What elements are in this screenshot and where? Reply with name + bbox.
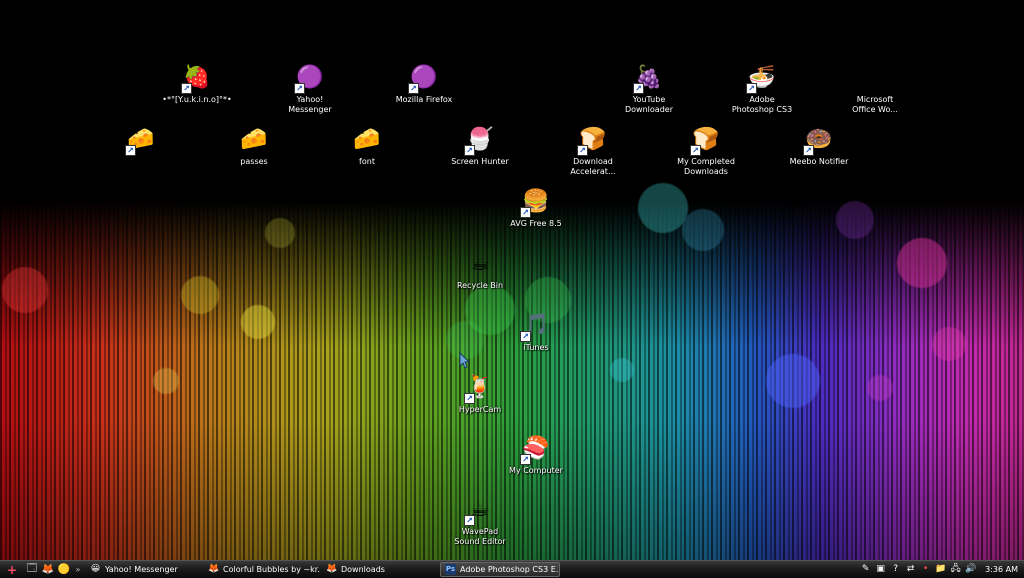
toast-icon: 🍞 ↗ — [577, 124, 609, 156]
task-label: Adobe Photoshop CS3 E... — [460, 565, 560, 574]
cheese-icon: 🧀 — [353, 127, 381, 152]
icon-label: My Computer — [509, 466, 563, 475]
firefox-icon: 🦊 — [208, 564, 220, 574]
shortcut-arrow-icon: ↗ — [746, 83, 757, 94]
shaved-ice-icon: 🍧 ↗ — [464, 124, 496, 156]
desktop-icon-yukino[interactable]: 🍓 ↗ •*°[Y.u.k.i.n.o]°*• — [155, 62, 239, 126]
desktop-icon-mozilla-firefox[interactable]: 🟣 ↗ Mozilla Firefox — [382, 62, 466, 126]
task-button-downloads[interactable]: 🦊 Downloads — [322, 562, 438, 577]
desktop-icon-youtube-downloader[interactable]: 🍇 ↗ YouTube Downloader — [607, 62, 691, 126]
desktop-icon-meebo-notifier[interactable]: 🍩 ↗ Meebo Notifier — [777, 124, 861, 188]
icon-label: WavePad Sound Editor — [454, 527, 506, 546]
task-label: Yahoo! Messenger — [105, 565, 178, 574]
firefox-icon[interactable]: 🦊 — [40, 562, 56, 578]
desktop-icon-passes[interactable]: 🧀 passes — [212, 124, 296, 188]
icon-label: My Completed Downloads — [677, 157, 735, 176]
icon-label: iTunes — [523, 343, 549, 352]
coffee-mug-icon: ☕ ↗ — [464, 494, 496, 526]
shortcut-arrow-icon: ↗ — [520, 207, 531, 218]
teacup-icon: ☕ — [865, 65, 885, 90]
icon-label: YouTube Downloader — [625, 95, 673, 114]
task-label: Downloads — [341, 565, 385, 574]
noodle-bowl-icon: 🍜 ↗ — [746, 62, 778, 94]
task-button-yahoo-messenger[interactable]: 😀 Yahoo! Messenger — [86, 562, 202, 577]
shortcut-arrow-icon: ↗ — [294, 83, 305, 94]
system-tray: ✎ ▣ ? ⇄ • 📁 🖧 🔊 3:36 AM — [859, 561, 1024, 578]
icon-label: Mozilla Firefox — [395, 95, 453, 104]
folder-icon[interactable]: 📁 — [934, 563, 947, 576]
window-icon[interactable]: ▣ — [874, 563, 887, 576]
cheese-icon: 🧀 — [240, 127, 268, 152]
shortcut-arrow-icon: ↗ — [803, 145, 814, 156]
sushi-plate-icon: 🍣 ↗ — [520, 433, 552, 465]
shortcut-arrow-icon: ↗ — [633, 83, 644, 94]
shortcut-arrow-icon: ↗ — [181, 83, 192, 94]
clock[interactable]: 3:36 AM — [985, 565, 1018, 574]
itunes-icon: 🎵 ↗ — [520, 310, 552, 342]
start-button[interactable]: + — [0, 561, 24, 578]
sync-icon[interactable]: ⇄ — [904, 563, 917, 576]
toast-icon: 🍞 ↗ — [690, 124, 722, 156]
photoshop-icon: Ps — [445, 564, 456, 575]
desktop-icon-itunes[interactable]: 🎵 ↗ iTunes — [494, 310, 578, 374]
grapes-icon: 🍇 ↗ — [633, 62, 665, 94]
shortcut-arrow-icon: ↗ — [520, 454, 531, 465]
drink-icon: 🍹 ↗ — [464, 372, 496, 404]
icon-label: Microsoft Office Wo... — [852, 95, 898, 114]
yahoo-icon[interactable]: 🟡 — [56, 562, 72, 578]
pen-icon[interactable]: ✎ — [859, 563, 872, 576]
desktop-icon-my-completed-downloads[interactable]: 🍞 ↗ My Completed Downloads — [664, 124, 748, 188]
icon-label: AVG Free 8.5 — [510, 219, 562, 228]
strawberry-icon: 🍓 ↗ — [181, 62, 213, 94]
yahoo-messenger-icon: 😀 — [90, 564, 101, 574]
desktop-icon-wavepad-sound-editor[interactable]: ☕ ↗ WavePad Sound Editor — [438, 494, 522, 558]
desktop-icon-avg-free[interactable]: 🍔 ↗ AVG Free 8.5 — [494, 186, 578, 250]
volume-icon[interactable]: 🔊 — [964, 563, 977, 576]
network-icon[interactable]: 🖧 — [949, 563, 962, 576]
icon-label: font — [359, 157, 375, 166]
icon-label: •*°[Y.u.k.i.n.o]°*• — [162, 95, 232, 104]
pink-bubble-icon: 🟣 ↗ — [294, 62, 326, 94]
icon-label: HyperCam — [458, 405, 502, 414]
shortcut-arrow-icon: ↗ — [464, 515, 475, 526]
pink-bubble-icon: 🟣 ↗ — [408, 62, 440, 94]
icon-label: Yahoo! Messenger — [288, 95, 332, 114]
shortcut-arrow-icon: ↗ — [520, 331, 531, 342]
dot-icon[interactable]: • — [919, 563, 932, 576]
coffee-cup-icon: ☕ — [470, 251, 490, 276]
help-icon[interactable]: ? — [889, 563, 902, 576]
desktop-icon-adobe-photoshop[interactable]: 🍜 ↗ Adobe Photoshop CS3 — [720, 62, 804, 126]
icon-label: passes — [240, 157, 268, 166]
task-button-adobe-photoshop[interactable]: Ps Adobe Photoshop CS3 E... — [440, 562, 560, 577]
desktop-icon-download-accelerator[interactable]: 🍞 ↗ Download Accelerat... — [551, 124, 635, 188]
desktop-icon-font[interactable]: 🧀 font — [325, 124, 409, 188]
taskbar: + 🗔 🦊 🟡 » 😀 Yahoo! Messenger 🦊 Colorful … — [0, 560, 1024, 578]
task-label: Colorful Bubbles by ~kr... — [223, 565, 320, 574]
desktop-icon-yahoo-messenger[interactable]: 🟣 ↗ Yahoo! Messenger — [268, 62, 352, 126]
show-desktop-icon[interactable]: 🗔 — [24, 562, 40, 578]
desktop-icon-microsoft-office-word[interactable]: ☕ Microsoft Office Wo... — [833, 62, 917, 126]
shortcut-arrow-icon: ↗ — [464, 145, 475, 156]
quick-launch-more-button[interactable]: » — [72, 565, 84, 574]
burger-icon: 🍔 ↗ — [520, 186, 552, 218]
firefox-icon: 🦊 — [326, 564, 338, 574]
shortcut-arrow-icon: ↗ — [577, 145, 588, 156]
desktop-icon-screen-hunter[interactable]: 🍧 ↗ Screen Hunter — [438, 124, 522, 188]
shortcut-arrow-icon: ↗ — [408, 83, 419, 94]
shortcut-arrow-icon: ↗ — [690, 145, 701, 156]
icon-label: Recycle Bin — [456, 281, 504, 290]
shortcut-arrow-icon: ↗ — [125, 145, 136, 156]
desktop-icon-recycle-bin[interactable]: ☕ Recycle Bin — [438, 248, 522, 312]
icon-label: Adobe Photoshop CS3 — [731, 95, 793, 114]
desktop-icon-unnamed-folder[interactable]: 🧀 ↗ — [99, 124, 183, 188]
icon-label: Meebo Notifier — [789, 157, 849, 166]
donut-icon: 🍩 ↗ — [803, 124, 835, 156]
icon-label: Download Accelerat... — [570, 157, 616, 176]
shortcut-arrow-icon: ↗ — [464, 393, 475, 404]
task-button-colorful-bubbles[interactable]: 🦊 Colorful Bubbles by ~kr... — [204, 562, 320, 577]
desktop-icon-my-computer[interactable]: 🍣 ↗ My Computer — [494, 433, 578, 497]
icon-label: Screen Hunter — [451, 157, 509, 166]
desktop-icon-hypercam[interactable]: 🍹 ↗ HyperCam — [438, 372, 522, 436]
cheese-icon: 🧀 ↗ — [125, 124, 157, 156]
